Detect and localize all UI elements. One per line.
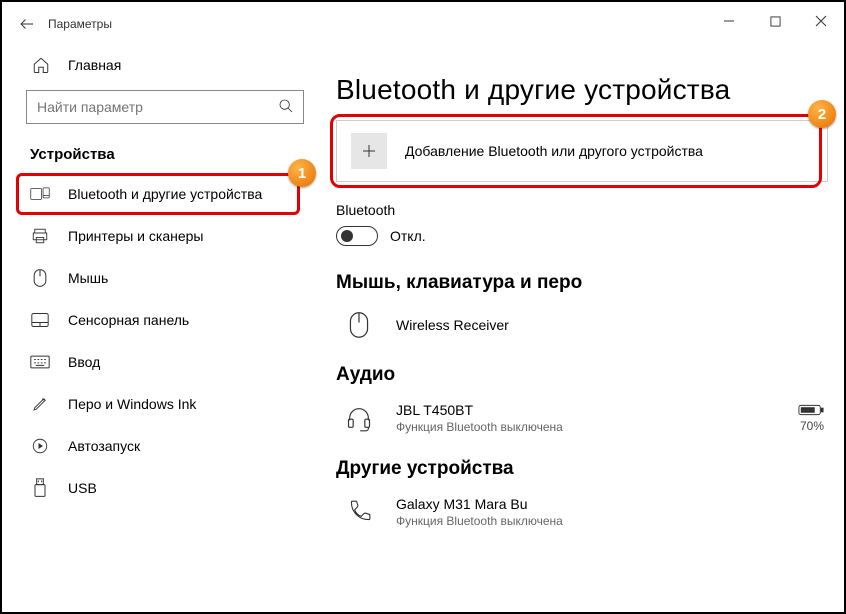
mouse-icon (348, 310, 370, 340)
device-status: Функция Bluetooth выключена (396, 420, 563, 434)
sidebar-item-usb[interactable]: USB (8, 467, 322, 509)
mouse-icon (32, 268, 48, 288)
usb-icon (33, 478, 47, 498)
home-icon (32, 56, 50, 74)
sidebar-item-label: Принтеры и сканеры (68, 228, 203, 244)
bluetooth-block: Bluetooth Откл. (336, 202, 828, 246)
sidebar-item-touchpad[interactable]: Сенсорная панель (8, 299, 322, 341)
sidebar-home[interactable]: Главная (8, 46, 322, 84)
device-row[interactable]: JBL T450BT Функция Bluetooth выключена 7… (336, 396, 828, 450)
close-button[interactable] (798, 2, 844, 40)
plus-icon (351, 133, 387, 169)
phone-icon (346, 499, 372, 525)
sidebar-item-label: Автозапуск (68, 438, 140, 454)
printer-icon (31, 227, 49, 245)
device-name: JBL T450BT (396, 402, 563, 418)
sidebar-item-label: Ввод (68, 354, 100, 370)
sidebar-item-autoplay[interactable]: Автозапуск (8, 425, 322, 467)
autoplay-icon (31, 437, 49, 455)
group-audio-heading: Аудио (336, 364, 828, 386)
sidebar-item-pen[interactable]: Перо и Windows Ink (8, 383, 322, 425)
sidebar-item-label: Перо и Windows Ink (68, 396, 196, 412)
keyboard-icon (30, 355, 50, 369)
headset-icon (345, 404, 373, 432)
maximize-button[interactable] (752, 2, 798, 40)
back-button[interactable] (10, 7, 44, 41)
bluetooth-heading: Bluetooth (336, 202, 828, 218)
sidebar-item-label: Мышь (68, 270, 108, 286)
settings-window: Параметры Главная Устройства 1 Blueto (0, 0, 846, 614)
add-device-card-wrap: 2 Добавление Bluetooth или другого устро… (336, 120, 828, 182)
bluetooth-toggle[interactable] (336, 226, 378, 246)
search-icon (278, 98, 294, 114)
minimize-button[interactable] (706, 2, 752, 40)
device-row[interactable]: Wireless Receiver (336, 304, 828, 356)
titlebar: Параметры (2, 2, 844, 46)
annotation-badge-2: 2 (808, 100, 836, 128)
sidebar-item-mouse[interactable]: Мышь (8, 257, 322, 299)
group-other-heading: Другие устройства (336, 458, 828, 480)
sidebar-item-typing[interactable]: Ввод (8, 341, 322, 383)
device-name: Galaxy M31 Mara Bu (396, 496, 563, 512)
sidebar-item-label: Bluetooth и другие устройства (68, 186, 262, 202)
touchpad-icon (31, 312, 49, 328)
annotation-badge-1: 1 (288, 159, 316, 187)
sidebar-nav: 1 Bluetooth и другие устройства Принтеры… (8, 173, 322, 509)
sidebar-item-printers[interactable]: Принтеры и сканеры (8, 215, 322, 257)
device-status: Функция Bluetooth выключена (396, 514, 563, 528)
pen-icon (31, 395, 49, 413)
devices-icon (30, 186, 50, 202)
sidebar-section-title: Устройства (8, 138, 322, 173)
device-battery: 70% (798, 403, 824, 433)
add-device-label: Добавление Bluetooth или другого устройс… (405, 143, 703, 159)
battery-icon (798, 403, 824, 417)
bluetooth-state: Откл. (390, 228, 426, 244)
search-wrap (26, 90, 304, 124)
sidebar-item-label: Сенсорная панель (68, 312, 189, 328)
search-input[interactable] (26, 90, 304, 124)
group-mouse-heading: Мышь, клавиатура и перо (336, 272, 828, 294)
sidebar-item-bluetooth[interactable]: 1 Bluetooth и другие устройства (8, 173, 322, 215)
sidebar-home-label: Главная (68, 57, 121, 73)
window-title: Параметры (48, 17, 112, 31)
main-content: Bluetooth и другие устройства 2 Добавлен… (322, 46, 844, 612)
arrow-left-icon (18, 15, 36, 33)
page-title: Bluetooth и другие устройства (336, 46, 828, 120)
sidebar: Главная Устройства 1 Bluetooth и другие … (2, 46, 322, 612)
window-controls (706, 2, 844, 40)
add-device-button[interactable]: Добавление Bluetooth или другого устройс… (336, 120, 828, 182)
sidebar-item-label: USB (68, 480, 97, 496)
device-row[interactable]: Galaxy M31 Mara Bu Функция Bluetooth вык… (336, 490, 828, 528)
device-name: Wireless Receiver (396, 317, 509, 333)
